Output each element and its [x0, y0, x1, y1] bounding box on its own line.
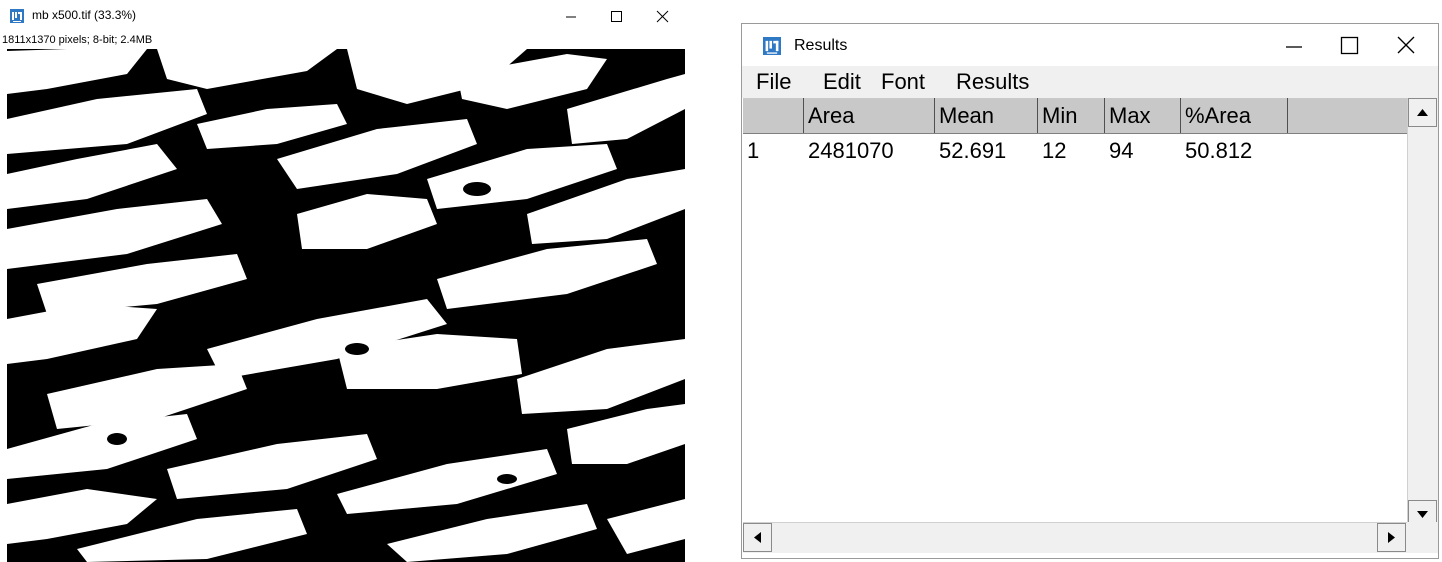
binary-image-canvas[interactable]	[7, 49, 685, 562]
image-maximize-button[interactable]	[597, 4, 637, 28]
results-titlebar[interactable]: Results	[742, 24, 1438, 66]
scroll-left-button[interactable]	[743, 523, 772, 552]
maximize-icon	[611, 11, 622, 22]
column-header-percent-area[interactable]: %Area	[1181, 98, 1288, 133]
column-header-max[interactable]: Max	[1105, 98, 1181, 133]
vertical-scrollbar[interactable]	[1407, 98, 1438, 542]
image-window-titlebar[interactable]: mb x500.tif (33.3%)	[0, 0, 690, 32]
results-minimize-button[interactable]	[1266, 28, 1322, 62]
imagej-app-icon	[763, 37, 781, 55]
arrow-up-icon	[1417, 109, 1428, 116]
table-row[interactable]: 1 2481070 52.691 12 94 50.812	[743, 134, 1407, 168]
minimize-icon	[1286, 46, 1302, 48]
column-header-mean[interactable]: Mean	[935, 98, 1038, 133]
results-table[interactable]: Area Mean Min Max %Area 1 2481070 52.691…	[743, 98, 1407, 522]
cell-index: 1	[747, 138, 760, 163]
results-maximize-button[interactable]	[1322, 28, 1378, 62]
scroll-up-button[interactable]	[1408, 98, 1437, 127]
scroll-right-button[interactable]	[1377, 523, 1406, 552]
menu-font[interactable]: Font	[881, 69, 925, 95]
horizontal-scrollbar[interactable]	[743, 522, 1407, 553]
image-info-line: 1811x1370 pixels; 8-bit; 2.4MB	[2, 34, 153, 46]
cell-min: 12	[1042, 138, 1067, 163]
image-window: mb x500.tif (33.3%) 1811x1370 pixels; 8-…	[0, 0, 690, 562]
results-window: Results File Edit Font Results Area Mean…	[741, 23, 1439, 559]
results-menubar: File Edit Font Results	[742, 66, 1438, 98]
cell-mean: 52.691	[939, 138, 1007, 163]
column-header-index[interactable]	[743, 98, 804, 133]
column-header-min[interactable]: Min	[1038, 98, 1105, 133]
cell-percent-area: 50.812	[1185, 138, 1253, 163]
close-icon	[1397, 36, 1415, 54]
image-window-title: mb x500.tif (33.3%)	[32, 8, 137, 22]
maximize-icon	[1340, 36, 1359, 55]
menu-file[interactable]: File	[756, 69, 791, 95]
minimize-icon	[566, 16, 576, 18]
arrow-right-icon	[1388, 532, 1395, 543]
column-header-empty	[1288, 98, 1407, 133]
arrow-left-icon	[754, 532, 761, 543]
menu-edit[interactable]: Edit	[823, 69, 861, 95]
close-icon	[656, 10, 669, 23]
imagej-app-icon	[10, 9, 24, 23]
cell-area: 2481070	[808, 138, 894, 163]
menu-results[interactable]: Results	[956, 69, 1029, 95]
image-close-button[interactable]	[643, 4, 683, 28]
scrollbar-corner	[1407, 522, 1438, 553]
image-minimize-button[interactable]	[551, 4, 591, 28]
cell-max: 94	[1109, 138, 1134, 163]
column-header-area[interactable]: Area	[804, 98, 935, 133]
binary-image	[7, 49, 685, 562]
table-header: Area Mean Min Max %Area	[743, 98, 1407, 134]
results-close-button[interactable]	[1378, 28, 1434, 62]
results-title: Results	[794, 37, 848, 54]
